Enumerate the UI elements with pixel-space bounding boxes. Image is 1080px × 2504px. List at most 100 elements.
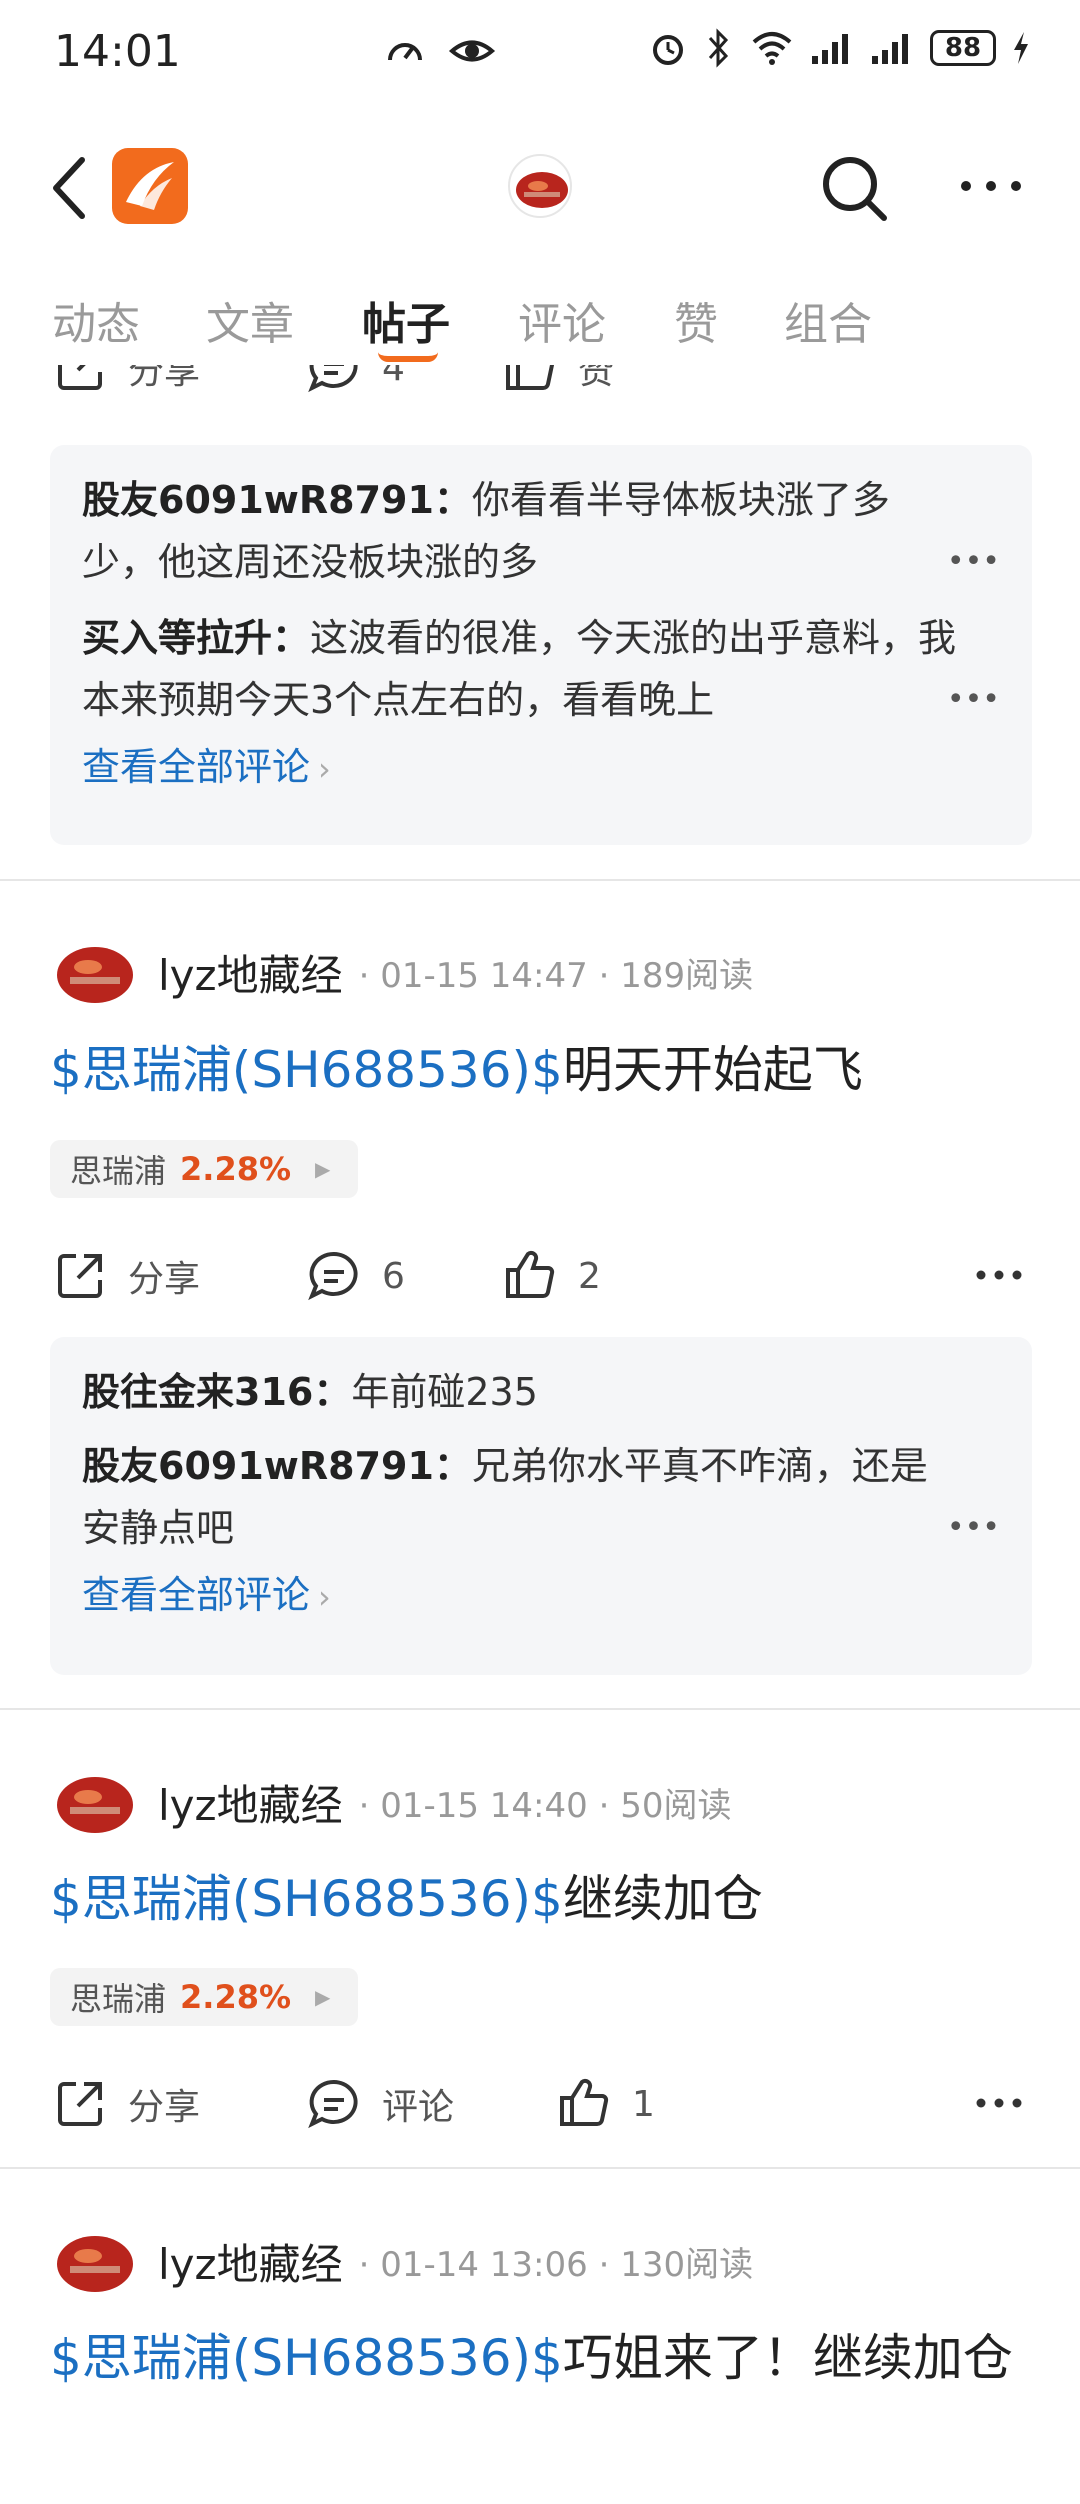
stock-link[interactable]: $思瑞浦(SH688536)$ — [50, 2329, 563, 2387]
more-horizontal-icon[interactable] — [956, 166, 1026, 206]
avatar[interactable] — [50, 2216, 140, 2306]
share-button[interactable]: 分享 — [52, 2069, 200, 2139]
author-name[interactable]: lyz地藏经 — [158, 2231, 343, 2292]
comment-icon — [308, 1251, 358, 1301]
bluetooth-icon — [708, 28, 729, 68]
share-icon — [58, 365, 102, 390]
stock-tag-name: 思瑞浦 — [70, 1980, 167, 2018]
like-count: 2 — [578, 1255, 601, 1297]
battery-indicator: 88 — [930, 30, 996, 66]
share-button[interactable]: 分享 — [52, 1241, 200, 1311]
profile-avatar[interactable] — [508, 154, 572, 218]
post-header: lyz地藏经 · 01-15 14:47 · 189阅读 — [50, 927, 753, 1017]
stock-tag[interactable]: 思瑞浦 2.28% ▶ — [50, 1140, 359, 1198]
top-nav — [0, 130, 1080, 246]
comment-username[interactable]: 买入等拉升 — [82, 616, 272, 660]
divider — [0, 2167, 1080, 2169]
comment-button[interactable]: 6 — [306, 1241, 405, 1311]
chevron-left-icon[interactable] — [44, 152, 96, 224]
charging-icon — [1014, 32, 1028, 64]
comment-count: 4 — [382, 365, 405, 389]
tab-dynamics[interactable]: 动态 — [52, 288, 140, 352]
post-content[interactable]: $思瑞浦(SH688536)$明天开始起飞 — [50, 1033, 1030, 1107]
action-bar: 分享 评论 1 — [0, 2069, 1080, 2139]
comment-preview[interactable]: 股友6091wR8791：兄弟你水平真不咋滴，还是安静点吧 ••• — [82, 1435, 1000, 1559]
share-label: 分享 — [128, 1259, 201, 1300]
post-feed[interactable]: 分享 4 赞 股友6091wR8791：你看看半导体板块涨了多少，他这周还没板块… — [0, 365, 1080, 2504]
tab-likes[interactable]: 赞 — [674, 288, 718, 352]
comment-label: 评论 — [382, 2087, 455, 2128]
comment-preview-box: 股友6091wR8791：你看看半导体板块涨了多少，他这周还没板块涨的多 •••… — [50, 445, 1032, 845]
action-bar: 分享 4 赞 — [0, 365, 1080, 403]
author-name[interactable]: lyz地藏经 — [158, 1772, 343, 1833]
see-all-comments-link[interactable]: 查看全部评论 › — [82, 1565, 1000, 1627]
comment-icon — [308, 2079, 358, 2129]
comment-username[interactable]: 股友6091wR8791 — [82, 478, 434, 522]
like-button[interactable]: 1 — [556, 2069, 655, 2139]
ellipsis-icon: ••• — [946, 1510, 1000, 1545]
status-time: 14:01 — [54, 26, 181, 77]
ellipsis-icon: ••• — [946, 682, 1000, 717]
eye-icon — [448, 40, 496, 62]
post-text: 巧姐来了！继续加仓 — [562, 2329, 1013, 2387]
author-name[interactable]: lyz地藏经 — [158, 942, 343, 1003]
more-horizontal-icon[interactable] — [974, 2083, 1024, 2123]
like-button[interactable]: 赞 — [502, 365, 614, 403]
stock-link[interactable]: $思瑞浦(SH688536)$ — [50, 1041, 563, 1099]
comment-count: 6 — [382, 1255, 405, 1297]
post-text: 明天开始起飞 — [562, 1041, 863, 1099]
ellipsis-icon: ••• — [946, 544, 1000, 579]
post-content[interactable]: $思瑞浦(SH688536)$继续加仓 — [50, 1862, 1030, 1936]
like-count: 1 — [632, 2083, 655, 2125]
post-header: lyz地藏经 · 01-15 14:40 · 50阅读 — [50, 1757, 731, 1847]
avatar[interactable] — [50, 1757, 140, 1847]
search-icon[interactable] — [818, 152, 890, 224]
post-meta: · 01-15 14:47 · 189阅读 — [358, 955, 754, 996]
comment-preview[interactable]: 买入等拉升：这波看的很准，今天涨的出乎意料，我本来预期今天3个点左右的，看看晚上… — [82, 607, 1000, 731]
thumbs-up-icon — [560, 2078, 609, 2126]
alarm-icon — [653, 35, 683, 65]
post-header: lyz地藏经 · 01-14 13:06 · 130阅读 — [50, 2216, 753, 2306]
tab-articles[interactable]: 文章 — [206, 288, 294, 352]
status-bar: 14:01 88 — [0, 0, 1080, 104]
tab-portfolio[interactable]: 组合 — [784, 288, 872, 352]
post-text: 继续加仓 — [562, 1870, 763, 1928]
share-icon — [58, 1254, 102, 1298]
like-button[interactable]: 2 — [502, 1241, 601, 1311]
comment-preview[interactable]: 股友6091wR8791：你看看半导体板块涨了多少，他这周还没板块涨的多 ••• — [82, 469, 1000, 593]
play-arrow-icon: ▶ — [315, 1157, 331, 1181]
stock-tag[interactable]: 思瑞浦 2.28% ▶ — [50, 1968, 359, 2026]
avatar[interactable] — [50, 927, 140, 1017]
app-logo-icon[interactable] — [112, 148, 188, 224]
comment-username[interactable]: 股往金来316 — [82, 1370, 313, 1414]
action-bar: 分享 6 2 — [0, 1241, 1080, 1311]
tab-posts[interactable]: 帖子 — [362, 288, 450, 352]
share-button[interactable]: 分享 — [52, 365, 200, 403]
see-all-comments-link[interactable]: 查看全部评论 › — [82, 737, 1000, 799]
share-label: 分享 — [128, 2087, 201, 2128]
comment-username[interactable]: 股友6091wR8791 — [82, 1444, 434, 1488]
post-content[interactable]: $思瑞浦(SH688536)$巧姐来了！继续加仓 — [50, 2321, 1030, 2395]
comment-button[interactable]: 4 — [306, 365, 405, 403]
active-tab-indicator — [378, 352, 438, 362]
post-meta: · 01-14 13:06 · 130阅读 — [358, 2244, 754, 2285]
like-label: 赞 — [578, 365, 615, 392]
more-horizontal-icon[interactable] — [974, 1255, 1024, 1295]
profile-tabs: 动态 文章 帖子 评论 赞 组合 — [0, 280, 1080, 376]
comment-preview[interactable]: 股往金来316：年前碰235 — [82, 1361, 1000, 1423]
thumbs-up-icon — [506, 1250, 555, 1298]
divider — [0, 1708, 1080, 1710]
post-meta: · 01-15 14:40 · 50阅读 — [358, 1785, 732, 1826]
signal-icon-2 — [872, 34, 908, 64]
play-arrow-icon: ▶ — [315, 1985, 331, 2009]
tab-comments[interactable]: 评论 — [518, 288, 606, 352]
comment-text: 年前碰235 — [351, 1370, 538, 1414]
comment-button[interactable]: 评论 — [306, 2069, 454, 2139]
chevron-right-icon: › — [318, 1578, 331, 1616]
thumbs-up-icon — [506, 365, 555, 390]
stock-link[interactable]: $思瑞浦(SH688536)$ — [50, 1870, 563, 1928]
signal-icon — [812, 34, 848, 64]
comment-icon — [308, 365, 358, 393]
comment-preview-box: 股往金来316：年前碰235 股友6091wR8791：兄弟你水平真不咋滴，还是… — [50, 1337, 1032, 1675]
wifi-icon — [752, 32, 792, 65]
